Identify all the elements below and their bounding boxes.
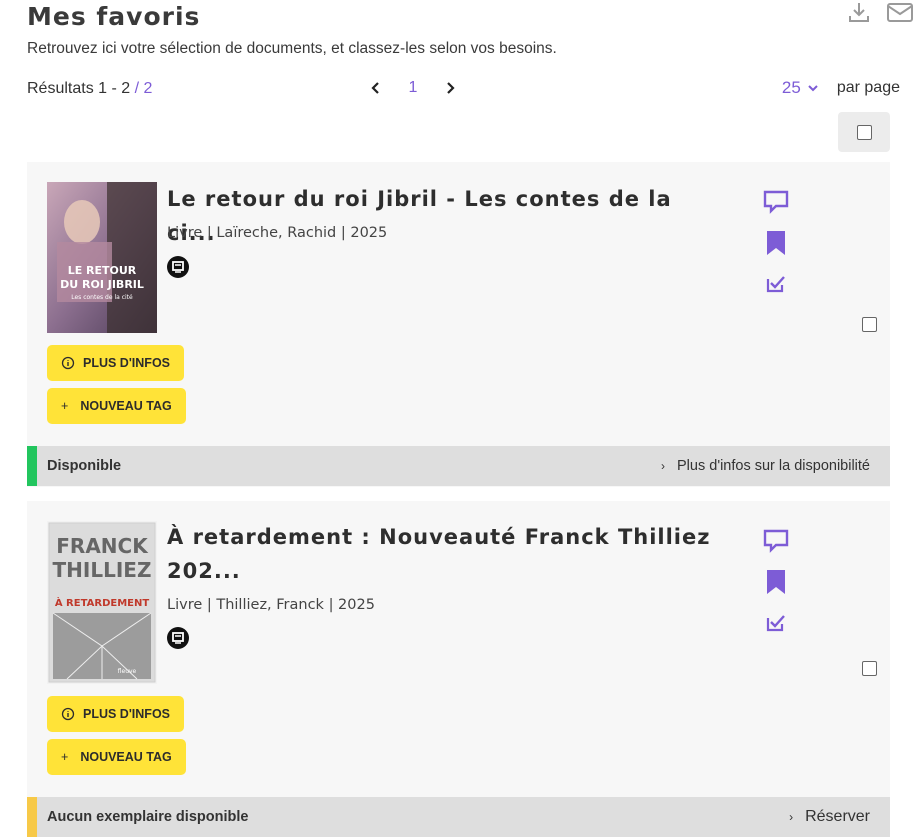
favorite-card: LE RETOUR DU ROI JIBRIL Les contes de la… xyxy=(27,162,890,487)
comment-icon[interactable] xyxy=(761,188,791,216)
book-cover: FRANCK THILLIEZ À RETARDEMENT fleuve xyxy=(47,521,157,684)
cover-subtitle: Les contes de la cité xyxy=(71,294,133,301)
book-cover: LE RETOUR DU ROI JIBRIL Les contes de la… xyxy=(47,182,157,333)
availability-link-label: Plus d'infos sur la disponibilité xyxy=(677,458,870,474)
cover-title-2: DU ROI JIBRIL xyxy=(60,278,144,291)
checklist-icon[interactable] xyxy=(761,270,791,298)
select-all-checkbox[interactable] xyxy=(838,112,890,152)
document-title[interactable]: À retardement : Nouveauté Franck Thillie… xyxy=(167,520,727,588)
results-total: / 2 xyxy=(134,80,153,97)
cover-author-1: FRANCK xyxy=(56,534,149,558)
bookmark-icon[interactable] xyxy=(761,229,791,257)
document-meta: Livre | Thilliez, Franck | 2025 xyxy=(167,597,375,613)
item-checkbox[interactable] xyxy=(862,661,877,676)
cover-author-2: THILLIEZ xyxy=(53,558,152,582)
item-checkbox[interactable] xyxy=(862,317,877,332)
status-indicator xyxy=(27,446,37,486)
chevron-down-icon xyxy=(808,85,818,92)
checkbox-icon xyxy=(856,124,872,140)
plus-icon: + xyxy=(61,750,69,764)
per-page-select[interactable]: 25 xyxy=(782,78,819,98)
chevron-right-icon: › xyxy=(789,810,794,824)
new-tag-label: NOUVEAU TAG xyxy=(80,750,172,764)
book-type-icon xyxy=(167,256,189,278)
availability-bar: Disponible › Plus d'infos sur la disponi… xyxy=(27,446,890,486)
item-actions xyxy=(761,527,791,637)
new-tag-button[interactable]: + NOUVEAU TAG xyxy=(47,739,186,775)
download-icon[interactable] xyxy=(846,0,872,26)
new-tag-button[interactable]: + NOUVEAU TAG xyxy=(47,388,186,424)
item-actions xyxy=(761,188,791,298)
page-title: Mes favoris xyxy=(27,2,201,31)
cover-publisher: fleuve xyxy=(118,668,137,675)
availability-status: Disponible xyxy=(47,458,122,474)
bookmark-icon[interactable] xyxy=(761,568,791,596)
reserve-link[interactable]: › Réserver xyxy=(789,808,870,826)
info-icon xyxy=(61,356,75,370)
results-count: Résultats 1 - 2 / 2 xyxy=(27,80,152,98)
top-actions xyxy=(846,0,913,26)
per-page-label: par page xyxy=(836,79,900,96)
info-icon xyxy=(61,707,75,721)
availability-link[interactable]: › Plus d'infos sur la disponibilité xyxy=(661,458,870,474)
more-info-button[interactable]: PLUS D'INFOS xyxy=(47,696,185,732)
chevron-right-icon[interactable] xyxy=(438,76,462,100)
chevron-right-icon: › xyxy=(661,459,666,473)
availability-bar: Aucun exemplaire disponible › Réserver xyxy=(27,797,890,837)
new-tag-label: NOUVEAU TAG xyxy=(80,399,172,413)
more-info-button[interactable]: PLUS D'INFOS xyxy=(47,345,185,381)
per-page-control: 25 par page xyxy=(782,78,900,98)
mail-icon[interactable] xyxy=(886,0,913,26)
document-meta: Livre | Laïreche, Rachid | 2025 xyxy=(167,225,388,241)
reserve-label: Réserver xyxy=(805,808,870,825)
current-page[interactable]: 1 xyxy=(388,79,438,97)
more-info-label: PLUS D'INFOS xyxy=(83,356,171,370)
cover-title: À RETARDEMENT xyxy=(55,596,150,609)
plus-icon: + xyxy=(61,399,69,413)
page-subtitle: Retrouvez ici votre sélection de documen… xyxy=(27,40,557,57)
checklist-icon[interactable] xyxy=(761,609,791,637)
book-type-icon xyxy=(167,627,189,649)
per-page-value: 25 xyxy=(781,78,801,97)
favorite-card: FRANCK THILLIEZ À RETARDEMENT fleuve À r… xyxy=(27,501,890,837)
cover-title-1: LE RETOUR xyxy=(68,264,137,277)
chevron-left-icon[interactable] xyxy=(364,76,388,100)
results-range: Résultats 1 - 2 xyxy=(27,80,131,97)
comment-icon[interactable] xyxy=(761,527,791,555)
availability-status: Aucun exemplaire disponible xyxy=(47,809,249,825)
more-info-label: PLUS D'INFOS xyxy=(83,707,171,721)
status-indicator xyxy=(27,797,37,837)
pagination: 1 xyxy=(364,76,462,100)
